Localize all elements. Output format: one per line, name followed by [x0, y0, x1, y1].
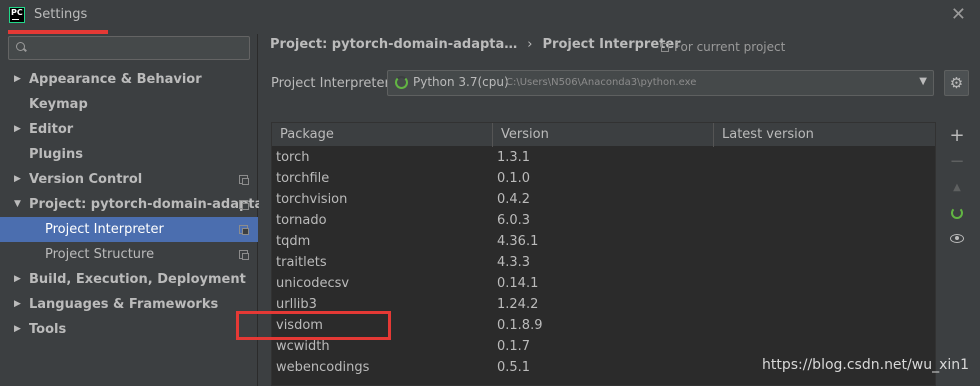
table-header: Package Version Latest version [272, 123, 935, 147]
breadcrumb-separator: › [527, 37, 533, 52]
package-name: torchfile [276, 171, 330, 186]
add-package-button[interactable]: + [945, 124, 969, 148]
sidebar-item-label: Project Interpreter [45, 222, 164, 237]
package-version: 0.14.1 [497, 276, 539, 291]
loading-spinner-icon [951, 207, 963, 219]
table-row[interactable]: tqdm 4.36.1 [272, 231, 935, 252]
sidebar-item-languages-frameworks[interactable]: ▶ Languages & Frameworks [0, 292, 258, 317]
sidebar-item-label: Version Control [29, 172, 143, 187]
breadcrumb-page: Project Interpreter [542, 37, 681, 52]
refresh-button[interactable] [945, 201, 969, 225]
settings-sidebar: ▶ Appearance & Behavior Keymap ▶ Editor … [0, 34, 276, 386]
sidebar-item-version-control[interactable]: ▶ Version Control [0, 167, 258, 192]
search-input[interactable] [8, 36, 250, 60]
package-name: tqdm [276, 234, 311, 249]
pycharm-logo-icon: PC [9, 7, 25, 23]
window-title: Settings [34, 7, 88, 22]
project-scope-icon [239, 200, 249, 210]
table-row[interactable]: traitlets 4.3.3 [272, 252, 935, 273]
show-early-releases-button[interactable] [945, 227, 969, 251]
package-version: 1.3.1 [497, 150, 531, 165]
interpreter-label: Project Interpreter: [271, 76, 395, 91]
logo-text: PC [11, 8, 23, 17]
expand-arrow-icon[interactable]: ▶ [14, 317, 21, 342]
sidebar-item-label: Build, Execution, Deployment [29, 272, 246, 287]
watermark-text: https://blog.csdn.net/wu_xin1 [762, 357, 970, 373]
for-current-project-label: For current project [674, 40, 786, 54]
sidebar-item-label: Editor [29, 122, 74, 137]
for-current-project-note: For current project [661, 40, 785, 54]
sidebar-item-plugins[interactable]: Plugins [0, 142, 258, 167]
package-name: torch [276, 150, 310, 165]
table-row[interactable]: torch 1.3.1 [272, 147, 935, 168]
expand-arrow-icon[interactable]: ▶ [14, 267, 21, 292]
annotation-highlight-box [236, 311, 391, 340]
package-toolbar: + − ▲ [945, 122, 969, 386]
loading-spinner-icon [395, 76, 408, 89]
table-body: torch 1.3.1 torchfile 0.1.0 torchvision 0.4… [272, 147, 935, 378]
package-name: tornado [276, 213, 327, 228]
column-header-version[interactable]: Version [493, 123, 714, 147]
project-scope-icon [661, 43, 669, 52]
chevron-down-icon[interactable]: ▼ [919, 76, 927, 87]
package-name: webencodings [276, 360, 370, 375]
package-name: traitlets [276, 255, 327, 270]
interpreter-name: Python 3.7(cpu) [413, 75, 509, 89]
package-version: 0.5.1 [497, 360, 531, 375]
sidebar-item-label: Project Structure [45, 247, 155, 262]
project-scope-icon [239, 175, 249, 185]
sidebar-item-keymap[interactable]: Keymap [0, 92, 258, 117]
close-icon[interactable]: ✕ [951, 4, 966, 25]
sidebar-item-project-structure[interactable]: Project Structure [0, 242, 258, 267]
sidebar-item-appearance-behavior[interactable]: ▶ Appearance & Behavior [0, 67, 258, 92]
package-name: unicodecsv [276, 276, 350, 291]
expand-arrow-icon[interactable]: ▶ [14, 67, 21, 92]
sidebar-item-label: Appearance & Behavior [29, 72, 202, 87]
project-scope-icon [239, 250, 249, 260]
package-version: 1.24.2 [497, 297, 539, 312]
sidebar-item-label: Plugins [29, 147, 83, 162]
breadcrumb-project: Project: pytorch-domain-adapta… [270, 37, 518, 52]
package-version: 6.0.3 [497, 213, 531, 228]
interpreter-select[interactable]: Python 3.7(cpu) C:\Users\N506\Anaconda3\… [387, 70, 934, 96]
sidebar-item-label: Languages & Frameworks [29, 297, 219, 312]
breadcrumb: Project: pytorch-domain-adapta… › Project … [270, 37, 681, 52]
upgrade-package-button[interactable]: ▲ [945, 176, 969, 200]
search-icon [15, 40, 29, 54]
sidebar-item-build-execution-deployment[interactable]: ▶ Build, Execution, Deployment [0, 267, 258, 292]
sidebar-item-tools[interactable]: ▶ Tools [0, 317, 258, 342]
collapse-arrow-icon[interactable]: ▼ [14, 192, 21, 217]
expand-arrow-icon[interactable]: ▶ [14, 117, 21, 142]
package-version: 4.36.1 [497, 234, 539, 249]
table-row[interactable]: tornado 6.0.3 [272, 210, 935, 231]
table-row[interactable]: torchfile 0.1.0 [272, 168, 935, 189]
package-version: 0.1.0 [497, 171, 531, 186]
table-row[interactable]: torchvision 0.4.2 [272, 189, 935, 210]
table-row[interactable]: unicodecsv 0.14.1 [272, 273, 935, 294]
gear-icon[interactable]: ⚙ [944, 70, 969, 96]
package-version: 0.1.8.9 [497, 318, 543, 333]
package-version: 0.4.2 [497, 192, 531, 207]
expand-arrow-icon[interactable]: ▶ [14, 292, 21, 317]
remove-package-button[interactable]: − [945, 150, 969, 174]
package-name: torchvision [276, 192, 348, 207]
title-bar: PC Settings ✕ [0, 0, 980, 30]
package-version: 4.3.3 [497, 255, 531, 270]
column-header-package[interactable]: Package [272, 123, 493, 147]
interpreter-path: C:\Users\N506\Anaconda3\python.exe [506, 77, 697, 88]
expand-arrow-icon[interactable]: ▶ [14, 167, 21, 192]
settings-tree: ▶ Appearance & Behavior Keymap ▶ Editor … [0, 67, 276, 342]
eye-icon [950, 234, 964, 243]
sidebar-item-project[interactable]: ▼ Project: pytorch-domain-adapta… [0, 192, 276, 217]
package-version: 0.1.7 [497, 339, 531, 354]
sidebar-item-label: Keymap [29, 97, 88, 112]
sidebar-item-editor[interactable]: ▶ Editor [0, 117, 258, 142]
column-header-latest-version[interactable]: Latest version [714, 123, 935, 147]
project-scope-icon [239, 225, 249, 235]
packages-table: Package Version Latest version torch 1.3.… [271, 122, 936, 386]
sidebar-item-label: Tools [29, 322, 67, 337]
sidebar-item-project-interpreter[interactable]: Project Interpreter [0, 217, 258, 242]
